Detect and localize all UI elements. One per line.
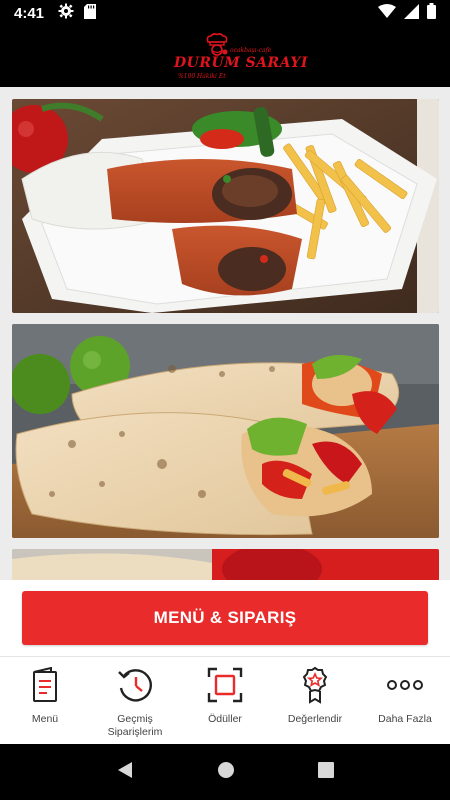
photo-gallery[interactable]	[0, 87, 450, 580]
menu-book-icon	[31, 665, 59, 705]
nav-label-more: Daha Fazla	[378, 713, 432, 725]
history-icon	[116, 665, 154, 705]
nav-item-order-history[interactable]: Geçmiş Siparişlerim	[90, 657, 180, 744]
back-icon[interactable]	[116, 761, 134, 784]
app-header: ocakbaşı-cafe DURUM SARAYI %100 Hakiki E…	[0, 27, 450, 87]
gear-icon	[58, 3, 74, 24]
status-time: 4:41	[14, 5, 45, 22]
sd-card-icon	[84, 3, 97, 24]
logo-tagline: ocakbaşı-cafe	[230, 47, 272, 54]
menu-order-button[interactable]: MENÜ & SIPARIŞ	[22, 591, 428, 645]
recents-icon[interactable]	[317, 761, 334, 783]
logo-name: DURUM SARAYI	[174, 55, 308, 71]
home-icon[interactable]	[217, 761, 235, 784]
rate-badge-icon	[301, 665, 329, 705]
rewards-icon	[207, 665, 243, 705]
nav-label-rewards: Ödüller	[208, 713, 242, 725]
nav-item-rate[interactable]: Değerlendir	[270, 657, 360, 744]
nav-label-menu: Menü	[31, 713, 59, 725]
app-screen: 4:41 ocakbaşı-cafe DURUM SARAYI %100 Hak…	[0, 0, 450, 800]
cta-area: MENÜ & SIPARIŞ	[0, 580, 450, 656]
nav-label-order-history: Geçmiş Siparişlerim	[107, 713, 163, 738]
nav-item-menu[interactable]: Menü	[0, 657, 90, 744]
wifi-icon	[378, 4, 396, 23]
more-icon	[387, 665, 423, 705]
bottom-nav: Menü Geçmiş Siparişlerim Ödüller Değerle…	[0, 656, 450, 744]
nav-item-rewards[interactable]: Ödüller	[180, 657, 270, 744]
durum-sarayi-logo[interactable]: ocakbaşı-cafe DURUM SARAYI %100 Hakiki E…	[170, 31, 307, 83]
signal-icon	[404, 3, 419, 24]
wrap-photo-partial[interactable]	[12, 549, 439, 580]
system-nav-bar	[0, 744, 450, 800]
nav-item-more[interactable]: Daha Fazla	[360, 657, 450, 744]
status-bar: 4:41	[0, 0, 450, 27]
wrap-with-fries-photo[interactable]	[12, 99, 439, 313]
chicken-wrap-photo[interactable]	[12, 324, 439, 538]
nav-label-rate: Değerlendir	[287, 713, 343, 725]
battery-icon	[427, 3, 436, 24]
logo-subtitle: %100 Hakiki Et	[178, 73, 226, 80]
